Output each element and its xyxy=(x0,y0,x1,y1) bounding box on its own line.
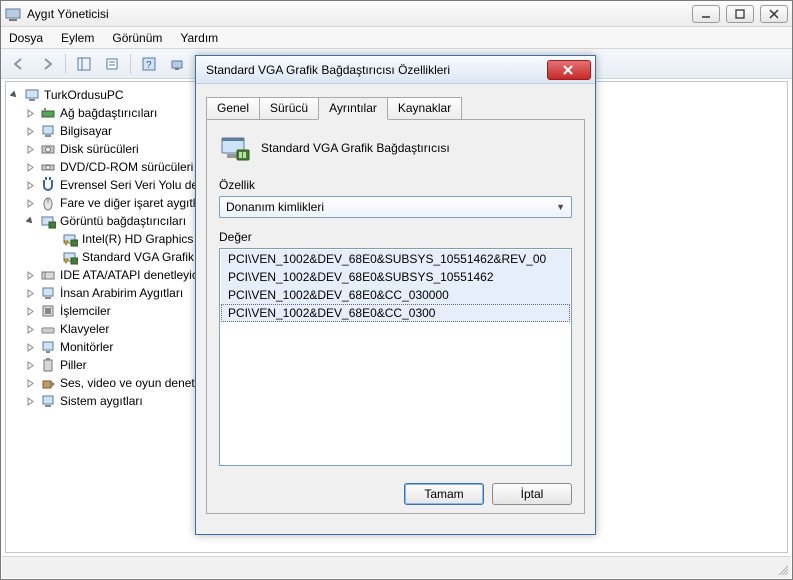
value-label: Değer xyxy=(219,230,572,244)
list-item[interactable]: PCI\VEN_1002&DEV_68E0&SUBSYS_10551462 xyxy=(221,268,570,286)
tab-resources[interactable]: Kaynaklar xyxy=(387,97,462,120)
tree-item-label: İşlemciler xyxy=(60,302,111,320)
properties-dialog: Standard VGA Grafik Bağdaştırıcısı Özell… xyxy=(195,55,596,535)
tree-item-label: Klavyeler xyxy=(60,320,109,338)
tree-item-label: Sistem aygıtları xyxy=(60,392,143,410)
tree-item-label: Görüntü bağdaştırıcıları xyxy=(60,212,186,230)
ok-button[interactable]: Tamam xyxy=(404,483,484,505)
tree-root-label: TurkOrdusuPC xyxy=(44,86,124,104)
device-category-icon xyxy=(40,267,56,283)
menu-action[interactable]: Eylem xyxy=(61,31,94,45)
expander-icon[interactable] xyxy=(26,289,38,298)
list-item[interactable]: PCI\VEN_1002&DEV_68E0&CC_0300 xyxy=(221,304,570,322)
list-item[interactable]: PCI\VEN_1002&DEV_68E0&SUBSYS_10551462&RE… xyxy=(221,250,570,268)
device-category-icon xyxy=(40,213,56,229)
tree-item-label: Fare ve diğer işaret aygıtları xyxy=(60,194,209,212)
tree-item-label: Monitörler xyxy=(60,338,113,356)
tree-item-label: IDE ATA/ATAPI denetleyicileri xyxy=(60,266,217,284)
tabstrip: Genel Sürücü Ayrıntılar Kaynaklar xyxy=(206,96,585,119)
separator xyxy=(65,54,66,74)
device-category-icon xyxy=(40,339,56,355)
scan-devices-button[interactable] xyxy=(165,52,189,76)
dialog-close-button[interactable] xyxy=(547,60,591,80)
tree-item-label: DVD/CD-ROM sürücüleri xyxy=(60,158,193,176)
device-category-icon xyxy=(40,285,56,301)
display-adapter-icon xyxy=(219,132,251,164)
properties-button[interactable] xyxy=(100,52,124,76)
expander-icon[interactable] xyxy=(26,343,38,352)
close-button[interactable] xyxy=(760,5,788,23)
expander-icon[interactable] xyxy=(26,361,38,370)
device-category-icon xyxy=(40,375,56,391)
expander-icon[interactable] xyxy=(26,127,38,136)
display-adapter-icon xyxy=(62,231,78,247)
tab-driver[interactable]: Sürücü xyxy=(259,97,319,120)
cancel-button[interactable]: İptal xyxy=(492,483,572,505)
dialog-body: Genel Sürücü Ayrıntılar Kaynaklar Standa… xyxy=(196,84,595,534)
tree-item-label: Piller xyxy=(60,356,87,374)
show-hide-tree-button[interactable] xyxy=(72,52,96,76)
expander-icon[interactable] xyxy=(26,217,38,226)
property-selected: Donanım kimlikleri xyxy=(226,200,324,214)
display-adapter-icon xyxy=(62,249,78,265)
statusbar xyxy=(2,556,791,578)
separator xyxy=(130,54,131,74)
tree-item-label: İnsan Arabirim Aygıtları xyxy=(60,284,183,302)
device-category-icon xyxy=(40,303,56,319)
expander-icon[interactable] xyxy=(26,109,38,118)
expander-icon[interactable] xyxy=(26,163,38,172)
menubar: Dosya Eylem Görünüm Yardım xyxy=(1,27,792,49)
expander-icon[interactable] xyxy=(26,307,38,316)
maximize-button[interactable] xyxy=(726,5,754,23)
device-category-icon xyxy=(40,123,56,139)
device-category-icon xyxy=(40,159,56,175)
expander-icon[interactable] xyxy=(26,397,38,406)
expander-icon[interactable] xyxy=(26,145,38,154)
device-category-icon xyxy=(40,141,56,157)
expander-icon[interactable] xyxy=(26,199,38,208)
list-item[interactable]: PCI\VEN_1002&DEV_68E0&CC_030000 xyxy=(221,286,570,304)
device-category-icon xyxy=(40,357,56,373)
menu-help[interactable]: Yardım xyxy=(180,31,218,45)
window-buttons xyxy=(692,5,788,23)
window-title: Aygıt Yöneticisi xyxy=(27,7,692,21)
tab-details[interactable]: Ayrıntılar xyxy=(318,97,388,120)
help-button[interactable]: ? xyxy=(137,52,161,76)
device-category-icon xyxy=(40,105,56,121)
tree-item-label: Intel(R) HD Graphics xyxy=(82,230,193,248)
expander-icon[interactable] xyxy=(26,271,38,280)
tab-general[interactable]: Genel xyxy=(206,97,260,120)
computer-icon xyxy=(24,87,40,103)
expander-icon[interactable] xyxy=(10,91,22,100)
forward-button[interactable] xyxy=(35,52,59,76)
expander-icon[interactable] xyxy=(26,181,38,190)
tree-item-label: Ağ bağdaştırıcıları xyxy=(60,104,157,122)
chevron-down-icon: ▼ xyxy=(556,202,565,212)
property-combobox[interactable]: Donanım kimlikleri ▼ xyxy=(219,196,572,218)
device-name: Standard VGA Grafik Bağdaştırıcısı xyxy=(261,141,450,155)
device-category-icon xyxy=(40,321,56,337)
svg-text:?: ? xyxy=(146,60,152,71)
app-icon xyxy=(5,6,21,22)
dialog-titlebar: Standard VGA Grafik Bağdaştırıcısı Özell… xyxy=(196,56,595,84)
device-category-icon xyxy=(40,195,56,211)
expander-icon[interactable] xyxy=(26,379,38,388)
tab-panel-details: Standard VGA Grafik Bağdaştırıcısı Özell… xyxy=(206,119,585,514)
dialog-title: Standard VGA Grafik Bağdaştırıcısı Özell… xyxy=(200,63,547,77)
tree-item-label: Bilgisayar xyxy=(60,122,112,140)
property-label: Özellik xyxy=(219,178,572,192)
menu-file[interactable]: Dosya xyxy=(9,31,43,45)
expander-icon[interactable] xyxy=(26,325,38,334)
back-button[interactable] xyxy=(7,52,31,76)
value-listbox[interactable]: PCI\VEN_1002&DEV_68E0&SUBSYS_10551462&RE… xyxy=(219,248,572,466)
minimize-button[interactable] xyxy=(692,5,720,23)
menu-view[interactable]: Görünüm xyxy=(112,31,162,45)
device-category-icon xyxy=(40,177,56,193)
device-category-icon xyxy=(40,393,56,409)
tree-item-label: Disk sürücüleri xyxy=(60,140,139,158)
titlebar: Aygıt Yöneticisi xyxy=(1,1,792,27)
